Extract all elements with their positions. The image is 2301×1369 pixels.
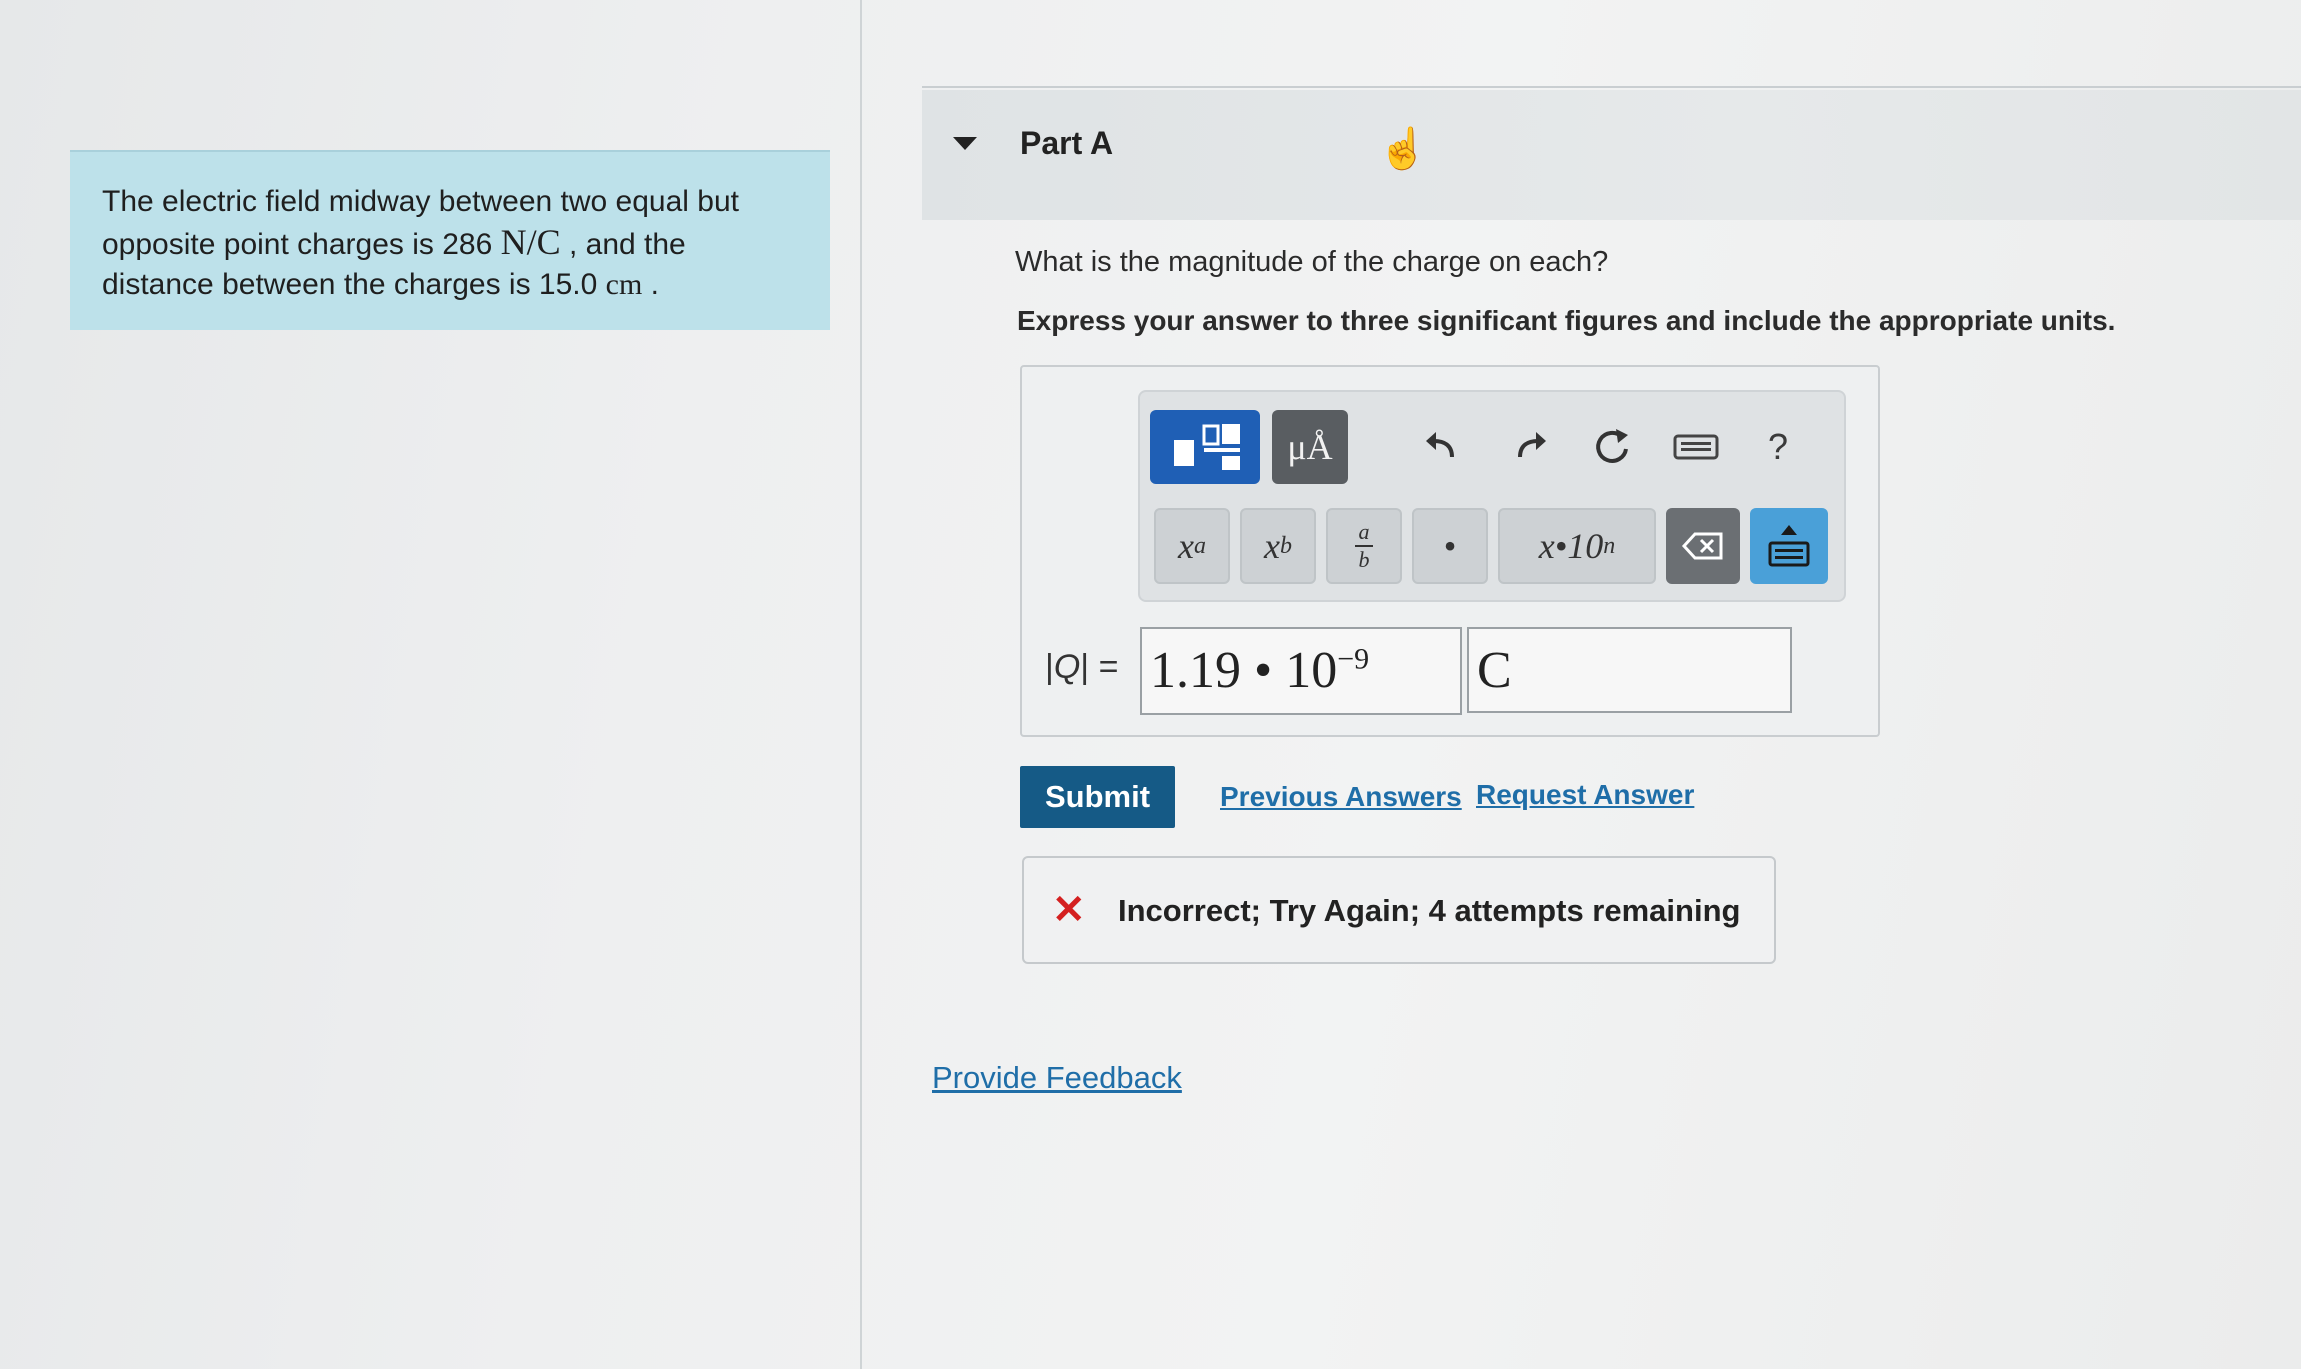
undo-icon[interactable] bbox=[1412, 412, 1472, 482]
part-title[interactable]: Part A bbox=[1020, 125, 1113, 162]
templates-icon bbox=[1174, 424, 1240, 470]
problem-line-2: opposite point charges is 286 N/C , and … bbox=[102, 222, 798, 265]
subscript-sub: b bbox=[1279, 532, 1292, 559]
previous-answers-link[interactable]: Previous Answers bbox=[1220, 781, 1462, 813]
value-exponent: −9 bbox=[1337, 642, 1370, 676]
problem-text-3b: . bbox=[642, 268, 659, 301]
superscript-exp: a bbox=[1193, 532, 1206, 559]
keyboard-toggle-icon bbox=[1768, 525, 1810, 567]
keyboard-icon[interactable] bbox=[1666, 412, 1726, 482]
problem-text-1: The electric field midway between two eq… bbox=[102, 185, 740, 218]
sci-exp: n bbox=[1603, 532, 1616, 559]
problem-line-3: distance between the charges is 15.0 cm … bbox=[102, 265, 798, 305]
units-button[interactable]: μÅ bbox=[1272, 410, 1348, 484]
fraction-numerator: a bbox=[1358, 519, 1370, 544]
scientific-notation-button[interactable]: x•10 n bbox=[1498, 508, 1656, 584]
label-variable: Q bbox=[1053, 648, 1081, 686]
error-x-icon: ✕ bbox=[1052, 888, 1086, 932]
problem-line-1: The electric field midway between two eq… bbox=[102, 182, 798, 222]
problem-text-2: opposite point charges is 286 bbox=[102, 228, 501, 261]
superscript-base: x bbox=[1178, 526, 1194, 566]
label-bar-left: | bbox=[1045, 648, 1054, 686]
header-rule bbox=[922, 86, 2301, 88]
problem-text-3: distance between the charges is 15.0 bbox=[102, 268, 606, 301]
field-unit: N/C bbox=[500, 222, 561, 262]
fraction-denominator: b bbox=[1358, 547, 1370, 572]
instruction-text: Express your answer to three significant… bbox=[1017, 305, 2116, 336]
reset-icon[interactable] bbox=[1582, 412, 1642, 482]
value-input[interactable]: 1.19 • 10−9 bbox=[1140, 627, 1462, 715]
label-bar-right: | = bbox=[1080, 648, 1119, 686]
hand-cursor-icon: ☝ bbox=[1378, 127, 1428, 171]
dot-button[interactable]: • bbox=[1412, 508, 1488, 584]
problem-text-2b: , and the bbox=[560, 228, 686, 261]
delete-button[interactable] bbox=[1666, 508, 1740, 584]
problem-statement: The electric field midway between two eq… bbox=[70, 150, 830, 330]
collapse-caret-icon[interactable] bbox=[953, 137, 977, 150]
subscript-base: x bbox=[1264, 526, 1280, 566]
value-mantissa: 1.19 • 10 bbox=[1150, 642, 1338, 699]
submit-button[interactable]: Submit bbox=[1020, 766, 1175, 828]
unit-input[interactable]: C bbox=[1467, 627, 1792, 713]
help-button[interactable]: ? bbox=[1748, 412, 1808, 482]
request-answer-link[interactable]: Request Answer bbox=[1476, 779, 1694, 811]
superscript-button[interactable]: xa bbox=[1154, 508, 1230, 584]
distance-unit: cm bbox=[605, 268, 643, 301]
sci-base: x•10 bbox=[1538, 526, 1604, 566]
templates-button[interactable] bbox=[1150, 410, 1260, 484]
show-keyboard-button[interactable] bbox=[1750, 508, 1828, 584]
redo-icon[interactable] bbox=[1500, 412, 1560, 482]
part-header[interactable] bbox=[922, 90, 2301, 220]
question-text: What is the magnitude of the charge on e… bbox=[1015, 246, 1609, 278]
subscript-button[interactable]: xb bbox=[1240, 508, 1316, 584]
provide-feedback-link[interactable]: Provide Feedback bbox=[932, 1060, 1182, 1096]
column-divider bbox=[860, 0, 862, 1369]
answer-label: |Q| = bbox=[1045, 648, 1118, 687]
backspace-icon bbox=[1681, 532, 1723, 560]
feedback-message: Incorrect; Try Again; 4 attempts remaini… bbox=[1118, 893, 1741, 928]
fraction-button[interactable]: a b bbox=[1326, 508, 1402, 584]
